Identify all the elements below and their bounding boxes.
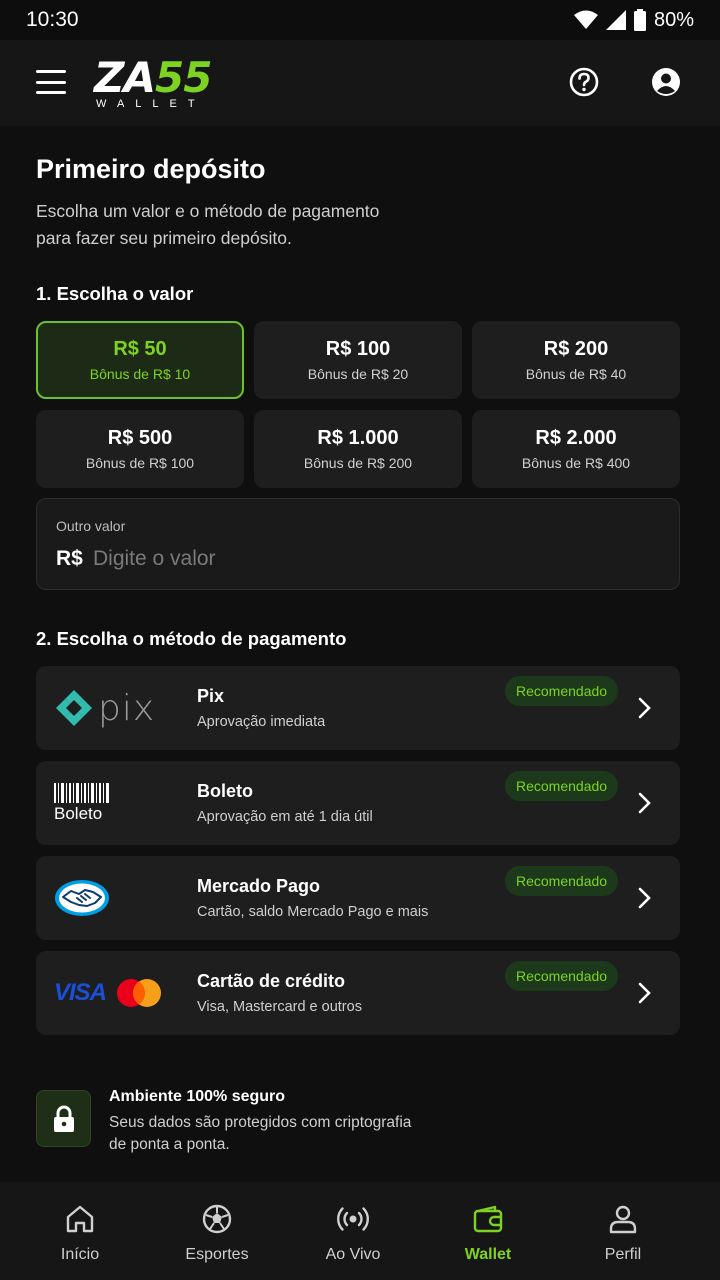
amount-option-50[interactable]: R$ 50 Bônus de R$ 10: [36, 321, 244, 399]
chevron-right-icon: [638, 697, 651, 719]
pix-wordmark: pix: [98, 687, 156, 729]
logo-subtitle: WALLET: [96, 98, 206, 110]
other-amount-input[interactable]: [93, 543, 653, 575]
account-icon[interactable]: [650, 66, 682, 98]
amount-option-2000[interactable]: R$ 2.000 Bônus de R$ 400: [472, 410, 680, 488]
barcode-icon: [54, 782, 109, 803]
app-header: ZA55 WALLET: [0, 40, 720, 126]
status-bar: 10:30 80%: [0, 0, 720, 40]
battery-icon: [633, 9, 646, 31]
method-description: Cartão, saldo Mercado Pago e mais: [197, 904, 429, 920]
mercado-pago-logo: [54, 856, 184, 940]
amount-bonus: Bônus de R$ 40: [525, 366, 627, 382]
bottom-navigation: Início Esportes Ao Vivo Wallet Perfil: [0, 1182, 720, 1280]
visa-mastercard-logo: VISA: [54, 951, 184, 1035]
recommended-badge: Recomendado: [505, 866, 619, 896]
currency-prefix: R$: [56, 547, 83, 570]
menu-button[interactable]: [36, 70, 66, 94]
mastercard-icon: [117, 979, 162, 1007]
other-amount-label: Outro valor: [56, 518, 126, 534]
boleto-logo: Boleto: [54, 761, 184, 845]
battery-percentage: 80%: [653, 8, 694, 31]
payment-method-pix[interactable]: pix Pix Aprovação imediata Recomendado: [36, 666, 680, 750]
amount-section-title: 1. Escolha o valor: [36, 283, 194, 304]
amount-value: R$ 1.000: [317, 427, 399, 449]
nav-item-wallet[interactable]: Wallet: [420, 1182, 556, 1280]
soccer-ball-icon: [202, 1204, 232, 1234]
amount-bonus: Bônus de R$ 100: [85, 455, 195, 471]
method-name: Mercado Pago: [197, 876, 321, 896]
user-icon: [609, 1205, 637, 1234]
wallet-icon: [473, 1205, 503, 1233]
wifi-icon: [573, 10, 598, 29]
security-title: Ambiente 100% seguro: [109, 1088, 286, 1105]
payment-method-boleto[interactable]: Boleto Boleto Aprovação em até 1 dia úti…: [36, 761, 680, 845]
method-description: Aprovação imediata: [197, 714, 326, 730]
amount-bonus: Bônus de R$ 200: [303, 455, 413, 471]
security-description: Seus dados são protegidos com criptograf…: [109, 1114, 412, 1153]
nav-label: Perfil: [604, 1246, 642, 1263]
nav-label: Início: [60, 1246, 100, 1263]
amount-value: R$ 200: [543, 338, 609, 360]
amount-value: R$ 50: [113, 338, 167, 360]
amount-bonus: Bônus de R$ 10: [89, 366, 191, 382]
nav-label: Wallet: [464, 1246, 512, 1263]
logo-za: ZA: [94, 53, 156, 102]
method-name: Pix: [197, 686, 225, 706]
amount-value: R$ 2.000: [535, 427, 617, 449]
nav-label: Esportes: [185, 1246, 249, 1263]
amount-bonus: Bônus de R$ 400: [521, 455, 631, 471]
amount-option-1000[interactable]: R$ 1.000 Bônus de R$ 200: [254, 410, 462, 488]
cell-signal-icon: [605, 10, 626, 30]
padlock-glyph: [53, 1105, 74, 1132]
amount-value: R$ 100: [325, 338, 391, 360]
pix-logo: pix: [54, 666, 184, 750]
method-name: Boleto: [197, 781, 253, 801]
page-title: Primeiro depósito: [36, 154, 266, 184]
hamburger-icon-line: [36, 91, 66, 94]
chevron-right-icon: [638, 887, 651, 909]
za55-wallet-logo[interactable]: ZA55 WALLET: [94, 53, 212, 112]
live-broadcast-icon: [337, 1207, 369, 1231]
home-icon: [66, 1205, 94, 1233]
nav-item-ao-vivo[interactable]: Ao Vivo: [285, 1182, 421, 1280]
amount-option-200[interactable]: R$ 200 Bônus de R$ 40: [472, 321, 680, 399]
pix-diamond-icon: [56, 690, 92, 726]
payment-method-mercado-pago[interactable]: Mercado Pago Cartão, saldo Mercado Pago …: [36, 856, 680, 940]
method-description: Aprovação em até 1 dia útil: [197, 809, 373, 825]
visa-wordmark: VISA: [54, 979, 107, 1006]
status-indicators: 80%: [573, 8, 694, 32]
method-description: Visa, Mastercard e outros: [197, 999, 362, 1015]
payment-section-title: 2. Escolha o método de pagamento: [36, 628, 347, 649]
nav-item-perfil[interactable]: Perfil: [555, 1182, 691, 1280]
hamburger-icon-line: [36, 80, 66, 84]
recommended-badge: Recomendado: [505, 676, 619, 706]
lock-icon: [36, 1090, 91, 1147]
chevron-right-icon: [638, 982, 651, 1004]
help-icon[interactable]: [568, 66, 600, 98]
nav-label: Ao Vivo: [325, 1246, 381, 1263]
other-amount-field[interactable]: Outro valor R$: [36, 498, 680, 590]
payment-method-credit-card[interactable]: VISA Cartão de crédito Visa, Mastercard …: [36, 951, 680, 1035]
nav-item-inicio[interactable]: Início: [12, 1182, 148, 1280]
handshake-icon: [55, 880, 109, 916]
recommended-badge: Recomendado: [505, 961, 619, 991]
amount-option-100[interactable]: R$ 100 Bônus de R$ 20: [254, 321, 462, 399]
method-name: Cartão de crédito: [197, 971, 346, 991]
status-time: 10:30: [26, 8, 79, 31]
logo-wordmark: ZA55: [94, 53, 212, 102]
hamburger-icon-line: [36, 70, 66, 73]
nav-item-esportes[interactable]: Esportes: [149, 1182, 285, 1280]
amount-bonus: Bônus de R$ 20: [307, 366, 409, 382]
page-subtitle: Escolha um valor e o método de pagamento…: [36, 201, 380, 248]
amount-option-500[interactable]: R$ 500 Bônus de R$ 100: [36, 410, 244, 488]
logo-55: 55: [154, 53, 212, 102]
recommended-badge: Recomendado: [505, 771, 619, 801]
amount-value: R$ 500: [107, 427, 173, 449]
chevron-right-icon: [638, 792, 651, 814]
boleto-wordmark: Boleto: [54, 803, 103, 823]
